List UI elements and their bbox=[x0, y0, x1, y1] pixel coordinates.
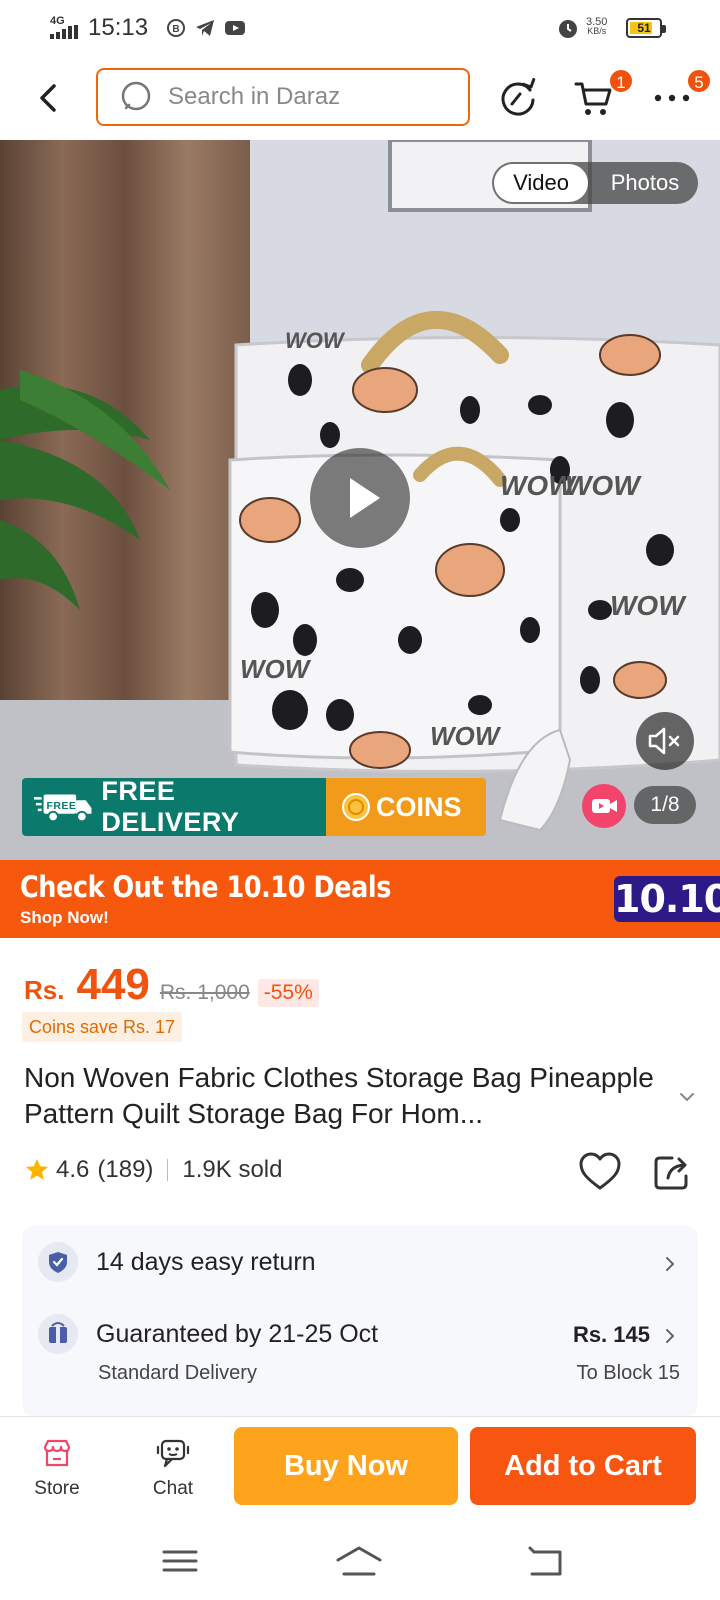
divider bbox=[167, 1159, 169, 1181]
discount-badge: -55% bbox=[257, 979, 319, 1007]
media-toggle: Video Photos bbox=[492, 162, 698, 204]
play-icon bbox=[350, 478, 380, 518]
delivery-type: Standard Delivery bbox=[98, 1362, 257, 1384]
chat-label: Chat bbox=[152, 1478, 194, 1499]
volume-muted-icon bbox=[648, 727, 680, 755]
status-bar: 4G 15:13 B 3.50 KB/s 51 bbox=[0, 0, 720, 58]
battery-icon: 51 bbox=[626, 18, 666, 38]
truck-icon: FREE bbox=[34, 794, 92, 823]
youtube-icon bbox=[225, 21, 245, 35]
battery-level: 51 bbox=[637, 21, 651, 35]
chevron-right-icon bbox=[666, 1257, 675, 1271]
chevron-down-icon[interactable] bbox=[676, 1086, 698, 1108]
delivery-location: To Block 15 bbox=[576, 1362, 680, 1384]
delivery-guarantee: Guaranteed by 21-25 Oct bbox=[96, 1320, 379, 1348]
bim-app-icon: B bbox=[167, 19, 185, 37]
share-icon[interactable] bbox=[652, 1152, 692, 1192]
free-delivery-badge: FREE FREE DELIVERY bbox=[22, 778, 326, 836]
media-counter: 1/8 bbox=[634, 786, 696, 824]
current-price: 449 bbox=[76, 960, 150, 1009]
search-input[interactable]: Search in Daraz bbox=[96, 68, 470, 126]
bag-print-text: WOW bbox=[565, 470, 642, 501]
system-nav-bar bbox=[0, 1520, 720, 1600]
add-to-cart-button[interactable]: Add to Cart bbox=[470, 1427, 696, 1505]
star-icon bbox=[26, 1159, 48, 1180]
store-button[interactable]: Store bbox=[22, 1437, 92, 1500]
video-indicator bbox=[582, 784, 626, 828]
product-media-gallery[interactable]: WOW WOW WOW WOW WOW WOW Video Photos FRE… bbox=[0, 140, 720, 860]
bag-print-text: WOW bbox=[610, 590, 687, 621]
chat-button[interactable]: Chat bbox=[138, 1437, 208, 1500]
deals-subline: Shop Now! bbox=[20, 908, 109, 927]
search-placeholder: Search in Daraz bbox=[168, 83, 341, 110]
top-header: Search in Daraz 1 5 bbox=[0, 58, 720, 140]
bag-print-text: WOW bbox=[430, 721, 502, 751]
return-policy-text: 14 days easy return bbox=[96, 1248, 316, 1276]
coins-save-badge: Coins save Rs. 17 bbox=[22, 1012, 183, 1042]
network-speed-unit: KB/s bbox=[587, 26, 607, 36]
clock: 15:13 bbox=[88, 14, 149, 41]
coins-label: COINS bbox=[376, 791, 462, 822]
tab-photos[interactable]: Photos bbox=[592, 162, 698, 204]
alarm-icon bbox=[559, 20, 577, 38]
promo-badges: FREE FREE DELIVERY COINS bbox=[22, 778, 486, 836]
coins-badge: COINS bbox=[326, 778, 486, 836]
video-camera-icon bbox=[592, 799, 617, 813]
deals-banner[interactable]: Check Out the 10.10 Deals Shop Now! 10.1… bbox=[0, 860, 720, 938]
cart-badge: 1 bbox=[608, 68, 634, 94]
buy-now-button[interactable]: Buy Now bbox=[234, 1427, 458, 1505]
sold-count: 1.9K sold bbox=[182, 1156, 283, 1183]
more-badge: 5 bbox=[686, 68, 712, 94]
deals-headline: Check Out the 10.10 Deals bbox=[20, 870, 391, 904]
history-icon[interactable] bbox=[496, 76, 540, 120]
free-delivery-label: FREE DELIVERY bbox=[101, 778, 240, 836]
store-label: Store bbox=[34, 1478, 80, 1499]
wishlist-heart-icon[interactable] bbox=[578, 1152, 622, 1192]
rating-value: 4.6 bbox=[56, 1156, 90, 1183]
network-indicator: 4G bbox=[50, 16, 78, 39]
delivery-row[interactable]: Guaranteed by 21-25 Oct Standard Deliver… bbox=[22, 1300, 698, 1400]
rating-row[interactable]: 4.6 (189) 1.9K sold bbox=[24, 1156, 282, 1184]
play-button[interactable] bbox=[310, 448, 410, 548]
package-icon bbox=[38, 1314, 78, 1354]
svg-text:B: B bbox=[172, 24, 179, 35]
chat-icon bbox=[156, 1439, 190, 1468]
home-icon[interactable] bbox=[334, 1544, 384, 1578]
coin-icon bbox=[342, 793, 370, 821]
signal-icon bbox=[50, 25, 78, 39]
search-icon bbox=[121, 81, 151, 111]
bottom-action-bar: Store Chat Buy Now Add to Cart bbox=[0, 1416, 720, 1520]
mute-button[interactable] bbox=[636, 712, 694, 770]
shield-icon bbox=[38, 1242, 78, 1282]
deals-tag: 10.10 bbox=[614, 876, 720, 922]
tab-video[interactable]: Video bbox=[494, 164, 588, 202]
chevron-right-icon bbox=[666, 1329, 675, 1343]
network-speed: 3.50 KB/s bbox=[586, 17, 607, 36]
currency: Rs. bbox=[24, 975, 65, 1005]
original-price: Rs. 1,000 bbox=[159, 981, 250, 1004]
store-icon bbox=[43, 1439, 71, 1467]
delivery-fee: Rs. 145 bbox=[572, 1322, 650, 1347]
return-policy-row[interactable]: 14 days easy return bbox=[22, 1226, 698, 1290]
product-title[interactable]: Non Woven Fabric Clothes Storage Bag Pin… bbox=[24, 1060, 672, 1132]
back-nav-icon[interactable] bbox=[526, 1544, 566, 1578]
telegram-icon bbox=[196, 20, 214, 36]
menu-icon[interactable] bbox=[160, 1544, 200, 1578]
free-badge-text: FREE bbox=[46, 800, 76, 812]
bag-print-text: WOW bbox=[285, 328, 346, 353]
services-card: 14 days easy return Guaranteed by 21-25 … bbox=[22, 1226, 698, 1416]
bag-print-text: WOW bbox=[240, 654, 312, 684]
back-arrow-icon[interactable] bbox=[30, 78, 70, 118]
review-count: (189) bbox=[97, 1156, 154, 1183]
price-row: Rs. 449 Rs. 1,000 -55% bbox=[24, 960, 319, 1010]
